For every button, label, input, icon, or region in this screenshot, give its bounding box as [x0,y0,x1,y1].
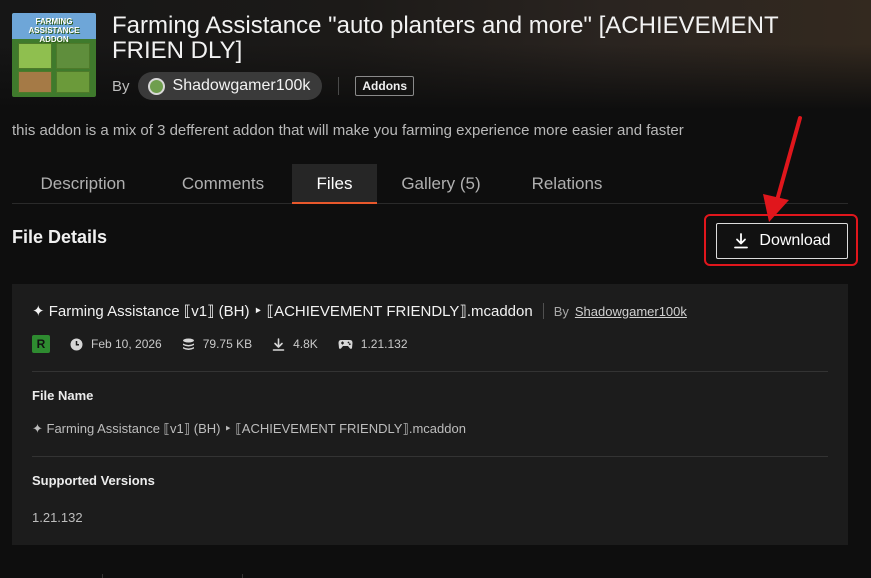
divider [32,456,828,457]
project-thumbnail[interactable]: FARMING ASSISTANCE ADDON [12,13,96,97]
file-name-label: File Name [32,388,94,403]
thumbnail-banner-text: FARMING ASSISTANCE ADDON [28,17,80,44]
tab-description[interactable]: Description [12,164,154,204]
tab-comments[interactable]: Comments [160,164,286,204]
tab-gallery[interactable]: Gallery (5) [383,164,499,204]
project-summary: this addon is a mix of 3 defferent addon… [12,122,684,139]
file-title: ✦ Farming Assistance ⟦v1⟧ (BH) ‣ ⟦ACHIEV… [32,303,533,320]
divider [32,371,828,372]
size-text: 79.75 KB [202,337,253,351]
download-button[interactable]: Download [716,223,848,259]
download-count: 4.8K [272,337,318,351]
file-size: 79.75 KB [182,337,252,351]
stack-icon [182,338,194,350]
file-details-heading: File Details [12,227,108,247]
game-version-text: 1.21.132 [360,337,408,351]
by-label: By [112,77,130,95]
avatar-icon [147,77,165,95]
clock-icon [70,338,83,350]
download-label: Download [759,232,831,249]
download-icon [734,233,749,249]
file-meta-row: R Feb 10, 2026 79.75 KB 4.8K 1.21.132 [32,335,428,353]
divider [338,77,340,95]
author-row: By Shadowgamer100k Addons [112,72,415,100]
upload-date: Feb 10, 2026 [70,337,162,351]
author-chip[interactable]: Shadowgamer100k [137,72,323,100]
supported-versions-value: 1.21.132 [32,510,83,525]
release-type-badge: R [32,335,50,353]
date-text: Feb 10, 2026 [91,337,162,351]
by-label: By [553,303,569,319]
divider [542,303,544,319]
annotation-arrow [763,116,802,222]
project-title: Farming Assistance "auto planters and mo… [112,12,779,64]
file-title-row: ✦ Farming Assistance ⟦v1⟧ (BH) ‣ ⟦ACHIEV… [32,302,687,320]
downloads-text: 4.8K [293,337,318,351]
supported-versions-label: Supported Versions [32,473,155,488]
author-link[interactable]: Shadowgamer100k [575,304,687,319]
file-name-value: ✦ Farming Assistance ⟦v1⟧ (BH) ‣ ⟦ACHIEV… [32,421,466,436]
category-tag[interactable]: Addons [355,76,415,96]
gamepad-icon [338,340,353,349]
file-details-card: ✦ Farming Assistance ⟦v1⟧ (BH) ‣ ⟦ACHIEV… [12,284,848,545]
game-version: 1.21.132 [338,337,408,351]
download-icon [272,337,285,351]
tab-files[interactable]: Files [292,164,377,204]
author-name: Shadowgamer100k [172,77,311,94]
bottom-table-edge [0,574,871,578]
project-tabs: Description Comments Files Gallery (5) R… [12,164,848,204]
tab-relations[interactable]: Relations [505,164,629,204]
